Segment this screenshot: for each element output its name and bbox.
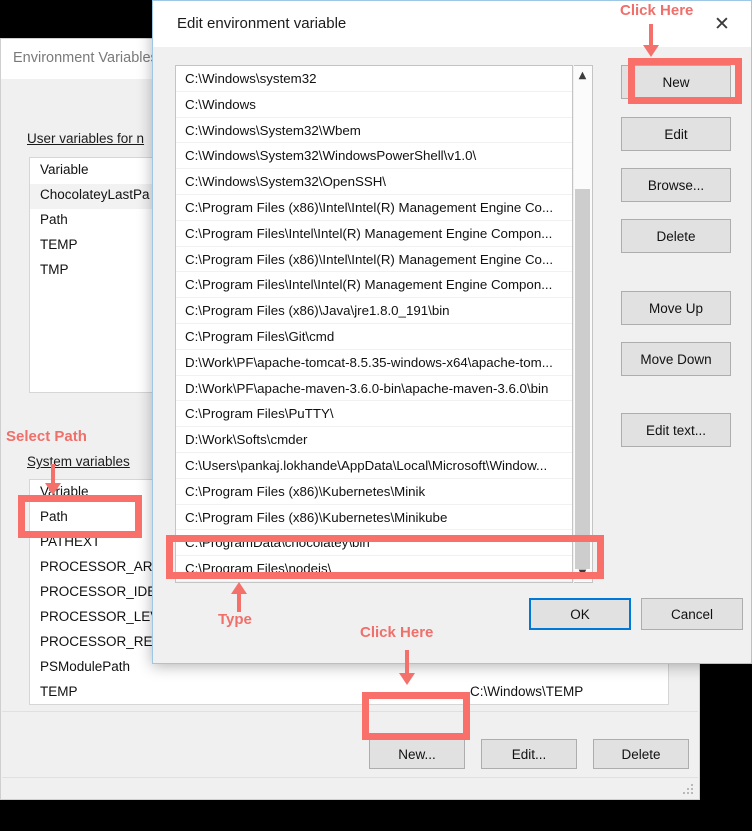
user-variables-label: User variables for n (27, 131, 145, 146)
list-item[interactable]: C:\Users\pankaj.lokhande\AppData\Local\M… (176, 453, 572, 479)
list-item[interactable]: C:\ProgramData\chocolatey\bin (176, 530, 572, 557)
annotation-select-path: Select Path (6, 428, 87, 445)
list-item[interactable]: C:\Windows\System32\OpenSSH\ (176, 169, 572, 195)
list-item[interactable]: C:\Program Files (x86)\Kubernetes\Miniku… (176, 505, 572, 531)
system-delete-button[interactable]: Delete (593, 739, 689, 769)
annotation-arrow-down-newbtn (399, 650, 415, 685)
edit-button-label: Edit (664, 126, 688, 142)
dialog-cancel-label: Cancel (670, 606, 714, 622)
edit-text-button[interactable]: Edit text... (621, 413, 731, 447)
move-down-button[interactable]: Move Down (621, 342, 731, 376)
list-item[interactable]: C:\Windows\System32\WindowsPowerShell\v1… (176, 143, 572, 170)
desktop-backdrop-top (0, 0, 152, 38)
annotation-arrow-up-type (231, 582, 247, 612)
dialog-ok-button[interactable]: OK (529, 598, 631, 630)
annotation-arrow-down-new (643, 24, 659, 57)
new-button[interactable]: New (621, 65, 731, 99)
annotation-arrow-down-select-path (45, 464, 61, 495)
list-item[interactable]: D:\Work\Softs\cmder (176, 427, 572, 453)
list-item[interactable]: C:\Program Files\nodejs\ (176, 556, 572, 582)
list-item[interactable]: C:\Program Files (x86)\Java\jre1.8.0_191… (176, 298, 572, 324)
browse-button-label: Browse... (647, 177, 705, 193)
path-list-scrollbar[interactable]: ▲ ▼ (574, 65, 593, 583)
list-item[interactable]: D:\Work\PF\apache-maven-3.6.0-bin\apache… (176, 376, 572, 402)
scrollbar-thumb[interactable] (575, 189, 590, 569)
annotation-click-here-newbtn: Click Here (360, 624, 434, 641)
resize-grip-icon (683, 784, 697, 798)
system-edit-button[interactable]: Edit... (481, 739, 577, 769)
list-item[interactable]: C:\Program Files (x86)\Intel\Intel(R) Ma… (176, 195, 572, 221)
system-new-button-label: New... (398, 746, 436, 762)
edit-button[interactable]: Edit (621, 117, 731, 151)
edit-environment-variable-dialog: Edit environment variable ✕ C:\Windows\s… (152, 0, 752, 664)
dialog-cancel-button[interactable]: Cancel (641, 598, 743, 630)
system-delete-button-label: Delete (621, 746, 661, 762)
list-item[interactable]: C:\Program Files\PuTTY\ (176, 401, 572, 428)
system-new-button[interactable]: New... (369, 739, 465, 769)
list-item[interactable]: C:\Windows (176, 92, 572, 118)
list-item[interactable]: C:\Program Files\Intel\Intel(R) Manageme… (176, 221, 572, 247)
delete-button-label: Delete (656, 228, 696, 244)
list-item[interactable]: C:\Windows\System32\Wbem (176, 118, 572, 144)
dialog-title: Edit environment variable (177, 15, 347, 32)
list-item[interactable]: C:\Program Files (x86)\Kubernetes\Minik (176, 479, 572, 505)
move-up-button[interactable]: Move Up (621, 291, 731, 325)
move-up-button-label: Move Up (648, 300, 704, 316)
annotation-type: Type (218, 611, 252, 628)
move-down-button-label: Move Down (640, 351, 712, 367)
list-item[interactable]: C:\Windows\system32 (176, 66, 572, 92)
system-edit-button-label: Edit... (511, 746, 547, 762)
list-item[interactable]: C:\Program Files\Git\cmd (176, 324, 572, 350)
annotation-click-here-new: Click Here (620, 2, 694, 19)
list-item[interactable]: D:\Work\PF\apache-tomcat-8.5.35-windows-… (176, 350, 572, 376)
chevron-down-icon[interactable]: ▼ (574, 564, 591, 582)
list-item[interactable]: C:\Program Files (x86)\Intel\Intel(R) Ma… (176, 247, 572, 273)
browse-button[interactable]: Browse... (621, 168, 731, 202)
new-button-label: New (662, 74, 690, 90)
path-entries-listbox[interactable]: C:\Windows\system32 C:\Windows C:\Window… (175, 65, 573, 583)
edit-text-button-label: Edit text... (645, 422, 707, 438)
delete-button[interactable]: Delete (621, 219, 731, 253)
list-item[interactable]: C:\Program Files\Intel\Intel(R) Manageme… (176, 272, 572, 299)
close-icon[interactable]: ✕ (699, 5, 745, 43)
screenshot-root: Environment Variables User variables for… (0, 0, 752, 831)
desktop-backdrop-bottom (0, 800, 752, 831)
dialog-ok-label: OK (570, 606, 590, 622)
chevron-up-icon[interactable]: ▲ (574, 66, 591, 84)
list-item-value: C:\Windows\TEMP (470, 684, 584, 699)
environment-variables-title: Environment Variables (13, 50, 158, 66)
